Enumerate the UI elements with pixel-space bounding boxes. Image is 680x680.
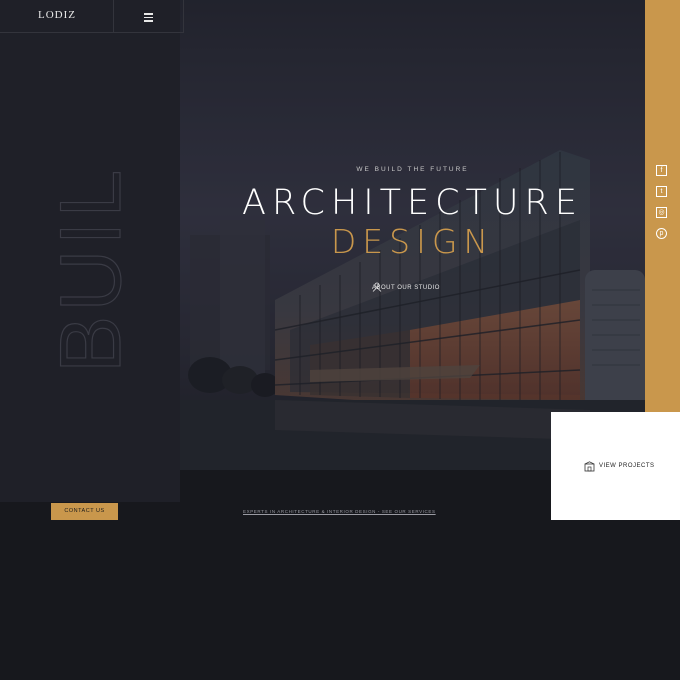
left-panel: BUILD [0, 0, 180, 502]
instagram-glyph: ◎ [658, 209, 665, 216]
about-studio-link[interactable]: ABOUT OUR STUDIO [372, 282, 440, 294]
about-studio-label: ABOUT OUR STUDIO [372, 285, 440, 291]
top-bar: LODIZ [0, 0, 184, 33]
building-icon [584, 461, 595, 472]
social-strip [645, 0, 680, 412]
logo[interactable]: LODIZ [38, 9, 76, 21]
pinterest-icon[interactable]: p [656, 228, 667, 239]
menu-button[interactable] [140, 8, 156, 24]
build-background-word: BUILD [40, 99, 139, 378]
facebook-icon[interactable]: f [656, 165, 667, 176]
experts-services-link[interactable]: EXPERTS IN ARCHITECTURE & INTERIOR DESIG… [243, 509, 436, 514]
contact-us-button[interactable]: CONTACT US [51, 503, 118, 520]
facebook-glyph: f [660, 167, 663, 174]
view-projects-label: VIEW PROJECTS [599, 463, 655, 469]
twitter-icon[interactable]: t [656, 186, 667, 197]
hero-title-line2: DESIGN [330, 222, 495, 261]
pinterest-glyph: p [659, 230, 664, 237]
twitter-glyph: t [660, 188, 663, 195]
view-projects-button[interactable]: VIEW PROJECTS [551, 412, 680, 520]
page: BUILD LODIZ WE BUILD THE FUTURE ARCHITEC… [0, 0, 680, 680]
hamburger-icon [140, 8, 156, 22]
topbar-divider [113, 0, 114, 32]
person-icon [372, 282, 382, 292]
hero-image: WE BUILD THE FUTURE ARCHITECTURE DESIGN … [180, 0, 645, 470]
hero-eyebrow: WE BUILD THE FUTURE [356, 166, 469, 173]
build-text: BUILD [43, 168, 132, 373]
hero-title-line1: ARCHITECTURE [242, 183, 583, 223]
instagram-icon[interactable]: ◎ [656, 207, 667, 218]
